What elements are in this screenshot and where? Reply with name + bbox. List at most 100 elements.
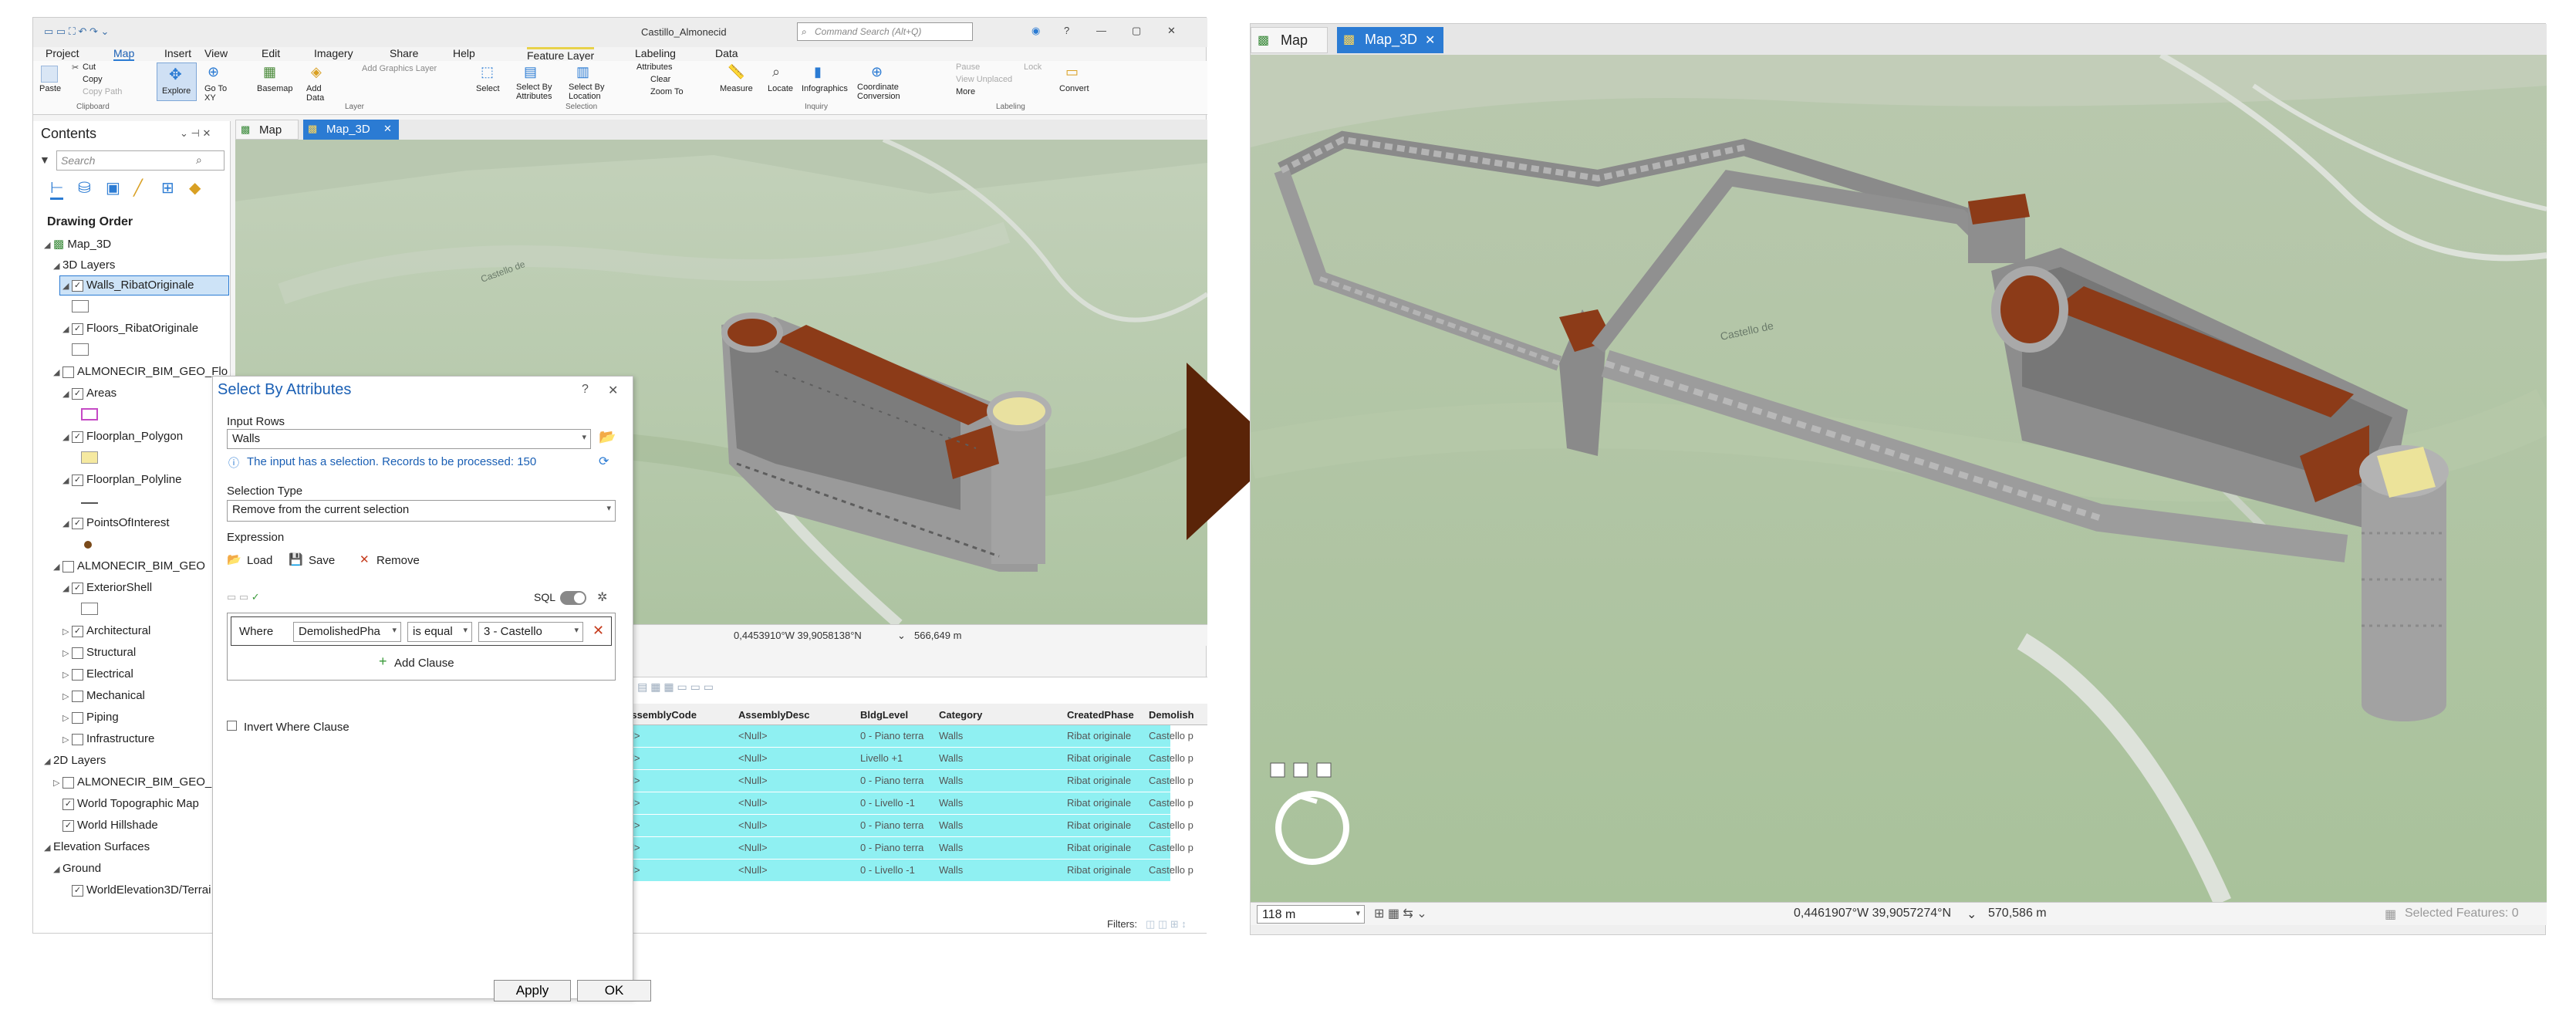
maximize-icon[interactable]: ▢ — [1132, 25, 1141, 37]
tab-share[interactable]: Share — [390, 47, 418, 59]
right-coords-dropdown-icon[interactable]: ⌄ — [1967, 907, 1977, 922]
tab-view[interactable]: View — [204, 47, 228, 59]
select-by-attributes-button[interactable]: Select By Attributes — [516, 83, 562, 101]
tab-imagery[interactable]: Imagery — [314, 47, 353, 59]
minimize-icon[interactable]: — — [1096, 25, 1106, 36]
coordinate-conversion-button[interactable]: Coordinate Conversion — [857, 83, 913, 101]
invert-where-checkbox[interactable] — [227, 721, 237, 731]
col-assembly-code[interactable]: AssemblyCode — [624, 709, 697, 721]
tree-world-topographic[interactable]: ✓ World Topographic Map — [53, 797, 199, 810]
refresh-icon[interactable]: ⟳ — [599, 454, 609, 469]
browse-folder-icon[interactable]: 📂 — [599, 429, 616, 445]
filter-icons[interactable]: ◫ ◫ ⊞ ↕ — [1146, 918, 1187, 930]
table-row[interactable]: ull><Null>0 - Piano terraWallsRibat orig… — [621, 815, 1193, 837]
goto-xy-button[interactable]: Go To XY — [204, 84, 235, 103]
list-by-snapping-icon[interactable]: ⊞ — [161, 178, 174, 198]
field-select[interactable]: DemolishedPha ▾ — [293, 622, 401, 642]
tree-walls[interactable]: ◢ ✓ Walls_RibatOriginale — [62, 279, 194, 292]
list-by-drawing-order-icon[interactable]: ⊢ — [50, 178, 64, 200]
command-search-input[interactable]: ⌕ Command Search (Alt+Q) — [797, 22, 973, 41]
dialog-help-icon[interactable]: ? — [582, 383, 589, 397]
tree-structural[interactable]: ▷ Structural — [62, 646, 136, 659]
table-toolbar-icons[interactable]: ▤ ▤ ▦ ▦ ▭ ▭ ▭ — [624, 681, 714, 694]
tree-almonecir-geo[interactable]: ◢ ALMONECIR_BIM_GEO — [53, 559, 205, 572]
list-by-labeling-icon[interactable]: ◆ — [189, 178, 201, 198]
tree-piping[interactable]: ▷ Piping — [62, 711, 119, 724]
measure-button[interactable]: Measure — [720, 84, 753, 93]
tab-map-view[interactable]: ▩ Map — [235, 120, 299, 140]
tree-almonecir-flo-2d[interactable]: ▷ ALMONECIR_BIM_GEO_Flo — [53, 775, 228, 789]
table-row[interactable]: ull><Null>0 - Piano terraWallsRibat orig… — [621, 837, 1193, 860]
settings-gear-icon[interactable]: ✲ — [597, 589, 607, 605]
table-row[interactable]: ull><Null>0 - Livello -1WallsRibat origi… — [621, 792, 1193, 815]
save-button[interactable]: Save — [309, 554, 335, 567]
copy-button[interactable]: Copy — [83, 75, 103, 84]
close-tab-icon[interactable]: ✕ — [383, 123, 392, 135]
selection-type-select[interactable]: Remove from the current selection ▾ — [227, 500, 616, 522]
pause-button[interactable]: Pause — [956, 62, 980, 72]
operator-select[interactable]: is equal ▾ — [407, 622, 472, 642]
explore-button[interactable]: ✥ Explore — [157, 62, 197, 101]
col-bldg-level[interactable]: BldgLevel — [860, 709, 908, 721]
expression-toolbar-icons[interactable]: ▭ ▭ ✓ — [227, 591, 260, 603]
tree-infrastructure[interactable]: ▷ Infrastructure — [62, 732, 154, 745]
add-data-button[interactable]: Add Data — [306, 84, 333, 103]
table-row[interactable]: ull><Null>0 - Piano terraWallsRibat orig… — [621, 725, 1193, 748]
tree-architectural[interactable]: ▷ ✓ Architectural — [62, 624, 150, 637]
paste-icon[interactable] — [41, 66, 58, 83]
dialog-close-icon[interactable]: ✕ — [608, 383, 618, 398]
table-row[interactable]: ull><Null>0 - Livello -1WallsRibat origi… — [621, 860, 1193, 882]
tree-points-of-interest[interactable]: ◢ ✓ PointsOfInterest — [62, 516, 170, 529]
status-tool-icons[interactable]: ⊞ ▦ ⇆ ⌄ — [1374, 906, 1427, 921]
input-rows-select[interactable]: Walls ▾ — [227, 429, 591, 449]
clear-button[interactable]: Clear — [650, 75, 670, 84]
table-row[interactable]: ull><Null>Livello +1WallsRibat originale… — [621, 748, 1193, 770]
tree-map3d[interactable]: ◢ ▩ Map_3D — [44, 237, 111, 251]
tab-edit[interactable]: Edit — [262, 47, 280, 59]
tree-elevation-surfaces[interactable]: ◢ Elevation Surfaces — [44, 840, 150, 853]
tab-data[interactable]: Data — [715, 47, 738, 59]
contents-search-input[interactable]: Search ⌕ — [56, 150, 225, 171]
qat-icons[interactable]: ▭ ▭ ⛶ ↶ ↷ ⌄ — [44, 25, 109, 38]
convert-button[interactable]: Convert — [1059, 84, 1089, 93]
add-clause-button[interactable]: Add Clause — [394, 657, 454, 670]
list-by-selection-icon[interactable]: ▣ — [106, 178, 120, 198]
help-icon[interactable]: ? — [1064, 25, 1069, 36]
tree-electrical[interactable]: ▷ Electrical — [62, 667, 133, 681]
notification-icon[interactable]: ◉ — [1031, 25, 1040, 37]
load-button[interactable]: Load — [247, 554, 272, 567]
value-select[interactable]: 3 - Castello ▾ — [478, 622, 583, 642]
col-category[interactable]: Category — [939, 709, 982, 721]
lock-button[interactable]: Lock — [1024, 62, 1042, 72]
right-tab-map3d[interactable]: ▩ Map_3D ✕ — [1337, 27, 1443, 53]
list-by-editing-icon[interactable]: ╱ — [133, 178, 143, 198]
tab-insert[interactable]: Insert — [164, 47, 191, 59]
tree-world-hillshade[interactable]: ✓ World Hillshade — [53, 819, 158, 832]
tab-help[interactable]: Help — [453, 47, 475, 59]
scale-select[interactable]: 118 m ▾ — [1257, 905, 1365, 924]
infographics-button[interactable]: Infographics — [802, 84, 848, 93]
filter-icon[interactable]: ▼ — [39, 154, 50, 166]
copy-path-button[interactable]: Copy Path — [83, 87, 122, 96]
tree-floorplan-polyline[interactable]: ◢ ✓ Floorplan_Polyline — [62, 473, 181, 486]
col-demolished[interactable]: Demolish — [1149, 709, 1194, 721]
remove-button[interactable]: Remove — [376, 554, 420, 567]
tab-map3d-view[interactable]: ▩ Map_3D ✕ — [303, 120, 399, 140]
list-by-source-icon[interactable]: ⛁ — [78, 178, 91, 198]
tree-floorplan-polygon[interactable]: ◢ ✓ Floorplan_Polygon — [62, 430, 183, 443]
tab-labeling[interactable]: Labeling — [635, 47, 676, 59]
tree-almonecir-flo[interactable]: ◢ ALMONECIR_BIM_GEO_Flo — [53, 365, 228, 378]
contents-view-icons[interactable]: ⊢ ⛁ ▣ ╱ ⊞ ◆ — [50, 178, 228, 203]
tree-areas[interactable]: ◢ ✓ Areas — [62, 387, 116, 400]
table-toolbar[interactable]: ▤ ▤ ▦ ▦ ▭ ▭ ▭ — [621, 679, 1207, 696]
tab-map[interactable]: Map — [113, 47, 135, 62]
delete-clause-icon[interactable]: ✕ — [593, 623, 604, 639]
right-tab-map[interactable]: ▩ Map — [1251, 27, 1328, 53]
tree-2d-layers[interactable]: ◢ 2D Layers — [44, 754, 106, 767]
attributes-button[interactable]: Attributes — [636, 62, 672, 72]
apply-button[interactable]: Apply — [494, 980, 571, 1001]
select-button[interactable]: Select — [476, 84, 500, 93]
close-icon[interactable]: ✕ — [1167, 25, 1176, 37]
right-close-tab-icon[interactable]: ✕ — [1425, 32, 1435, 48]
tree-3d-layers[interactable]: ◢ 3D Layers — [53, 258, 115, 272]
